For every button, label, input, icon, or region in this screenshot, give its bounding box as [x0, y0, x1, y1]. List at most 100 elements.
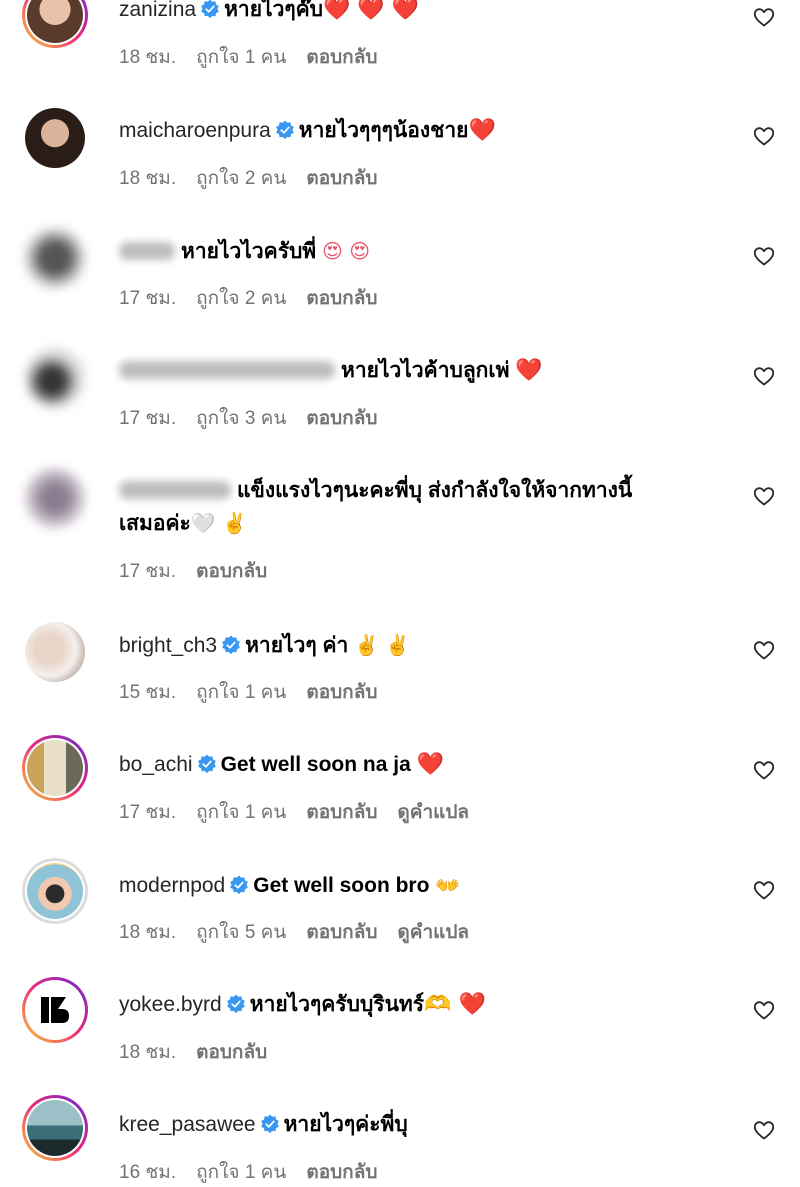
comment-meta: 15 ชม. ถูกใจ 1 คน ตอบกลับ [119, 677, 397, 707]
comment-username[interactable]: yokee.byrd [119, 993, 222, 1016]
comment-username[interactable]: kree_pasawee [119, 1113, 256, 1136]
comment-body: yokee.byrd หายไวๆครับบุรินทร์🫶 ❤️ [119, 989, 730, 1021]
heart-outline-icon[interactable] [752, 1118, 776, 1142]
reply-button[interactable]: ตอบกลับ [306, 1162, 377, 1183]
comment-body-cont: เสมอค่ะ🤍 ✌️ [119, 507, 247, 540]
comment-text: หายไวไวค้าบลูกเพ่ [341, 359, 510, 382]
comment-meta: 18 ชม. ถูกใจ 2 คน ตอบกลับ [119, 163, 397, 193]
verified-badge-icon [229, 875, 249, 895]
reply-button[interactable]: ตอบกลับ [306, 922, 377, 943]
comment-text: หายไวไวครับพี่ [181, 240, 317, 263]
comment-meta: 18 ชม. ถูกใจ 5 คน ตอบกลับ ดูคำแปล [119, 917, 489, 947]
reply-button[interactable]: ตอบกลับ [306, 802, 377, 823]
heart-outline-icon[interactable] [752, 244, 776, 268]
heart-outline-icon[interactable] [752, 758, 776, 782]
verified-badge-icon [197, 754, 217, 774]
comment-body: zanizina หายไวๆค๊บ❤️ ❤️ ❤️ [119, 0, 730, 26]
comment-text: แข็งแรงไวๆนะคะพี่บุ ส่งกำลังใจให้จากทางน… [237, 479, 633, 502]
comment-text-cont: เสมอค่ะ [119, 512, 191, 535]
comment-likes[interactable]: ถูกใจ 1 คน [196, 682, 286, 703]
comment-body: modernpod Get well soon bro 👐 [119, 869, 730, 902]
comment-likes[interactable]: ถูกใจ 2 คน [196, 168, 286, 189]
reply-button[interactable]: ตอบกลับ [306, 47, 377, 68]
comment-emoji: 🤍 ✌️ [190, 511, 247, 535]
comment-emoji: 🫶 ❤️ [424, 992, 486, 1017]
reply-button[interactable]: ตอบกลับ [306, 408, 377, 429]
comment-likes[interactable]: ถูกใจ 5 คน [196, 922, 286, 943]
comment-emoji: 😍 😍 [322, 239, 371, 263]
heart-outline-icon[interactable] [752, 5, 776, 29]
avatar[interactable] [22, 465, 88, 531]
verified-badge-icon [221, 635, 241, 655]
comment-meta: 16 ชม. ถูกใจ 1 คน ตอบกลับ [119, 1157, 397, 1187]
comment-body: หายไวไวครับพี่ 😍 😍 [119, 235, 730, 268]
comment-body: bo_achi Get well soon na ja ❤️ [119, 749, 730, 781]
brand-logo-icon [41, 997, 69, 1023]
comment-text: Get well soon bro [253, 874, 430, 897]
verified-badge-icon [275, 120, 295, 140]
comment-meta: 18 ชม. ถูกใจ 1 คน ตอบกลับ [119, 42, 397, 72]
reply-button[interactable]: ตอบกลับ [306, 288, 377, 309]
comment-time: 16 ชม. [119, 1162, 177, 1183]
avatar[interactable] [22, 977, 88, 1043]
comment-time: 17 ชม. [119, 802, 177, 823]
comment-username[interactable]: zanizina [119, 0, 196, 21]
comment-text: หายไวๆๆๆน้องชาย [298, 119, 469, 142]
heart-outline-icon[interactable] [752, 878, 776, 902]
comment-time: 17 ชม. [119, 288, 177, 309]
heart-outline-icon[interactable] [752, 484, 776, 508]
comment-body: maicharoenpura หายไวๆๆๆน้องชาย❤️ [119, 115, 730, 147]
comment-text: หายไวๆค่ะพี่บุ [283, 1113, 408, 1136]
comment-username[interactable]: modernpod [119, 874, 225, 897]
avatar[interactable] [22, 619, 88, 685]
avatar[interactable] [22, 735, 88, 801]
comment-likes[interactable]: ถูกใจ 3 คน [196, 408, 286, 429]
avatar[interactable] [22, 105, 88, 171]
blurred-username[interactable] [119, 242, 175, 260]
comment-username[interactable]: maicharoenpura [119, 119, 271, 142]
reply-button[interactable]: ตอบกลับ [306, 682, 377, 703]
comment-likes[interactable]: ถูกใจ 2 คน [196, 288, 286, 309]
avatar[interactable] [22, 225, 88, 291]
avatar[interactable] [22, 0, 88, 48]
reply-button[interactable]: ตอบกลับ [306, 168, 377, 189]
heart-outline-icon[interactable] [752, 124, 776, 148]
comment-time: 18 ชม. [119, 47, 177, 68]
verified-badge-icon [226, 994, 246, 1014]
see-translation-button[interactable]: ดูคำแปล [397, 802, 469, 823]
comment-likes[interactable]: ถูกใจ 1 คน [196, 1162, 286, 1183]
comment-likes[interactable]: ถูกใจ 1 คน [196, 802, 286, 823]
verified-badge-icon [200, 0, 220, 19]
blurred-username[interactable] [119, 481, 231, 499]
avatar[interactable] [22, 858, 88, 924]
comment-likes[interactable]: ถูกใจ 1 คน [196, 47, 286, 68]
heart-outline-icon[interactable] [752, 998, 776, 1022]
avatar[interactable] [22, 345, 88, 411]
comment-body: bright_ch3 หายไวๆ ค่า ✌️ ✌️ [119, 629, 730, 662]
comment-meta: 17 ชม. ถูกใจ 3 คน ตอบกลับ [119, 403, 397, 433]
comment-time: 17 ชม. [119, 408, 177, 429]
comment-time: 17 ชม. [119, 561, 177, 582]
comment-text: หายไวๆครับบุรินทร์ [249, 993, 425, 1016]
comment-meta: 17 ชม. ตอบกลับ [119, 556, 287, 586]
comment-body: หายไวไวค้าบลูกเพ่ ❤️ [119, 355, 730, 387]
comment-time: 15 ชม. [119, 682, 177, 703]
see-translation-button[interactable]: ดูคำแปล [397, 922, 469, 943]
blurred-username[interactable] [119, 361, 335, 379]
reply-button[interactable]: ตอบกลับ [196, 1042, 267, 1063]
avatar[interactable] [22, 1095, 88, 1161]
comment-username[interactable]: bo_achi [119, 753, 193, 776]
comment-text: หายไวๆค๊บ [224, 0, 324, 21]
heart-outline-icon[interactable] [752, 364, 776, 388]
comment-body: kree_pasawee หายไวๆค่ะพี่บุ [119, 1109, 730, 1141]
comment-username[interactable]: bright_ch3 [119, 634, 217, 657]
verified-badge-icon [260, 1114, 280, 1134]
comment-meta: 17 ชม. ถูกใจ 1 คน ตอบกลับ ดูคำแปล [119, 797, 489, 827]
heart-outline-icon[interactable] [752, 638, 776, 662]
comment-time: 18 ชม. [119, 922, 177, 943]
comment-emoji: ❤️ [515, 358, 543, 383]
comment-emoji: 👐 [435, 873, 461, 897]
reply-button[interactable]: ตอบกลับ [196, 561, 267, 582]
comment-body: แข็งแรงไวๆนะคะพี่บุ ส่งกำลังใจให้จากทางน… [119, 475, 730, 507]
comment-text: หายไวๆ ค่า [245, 634, 349, 657]
